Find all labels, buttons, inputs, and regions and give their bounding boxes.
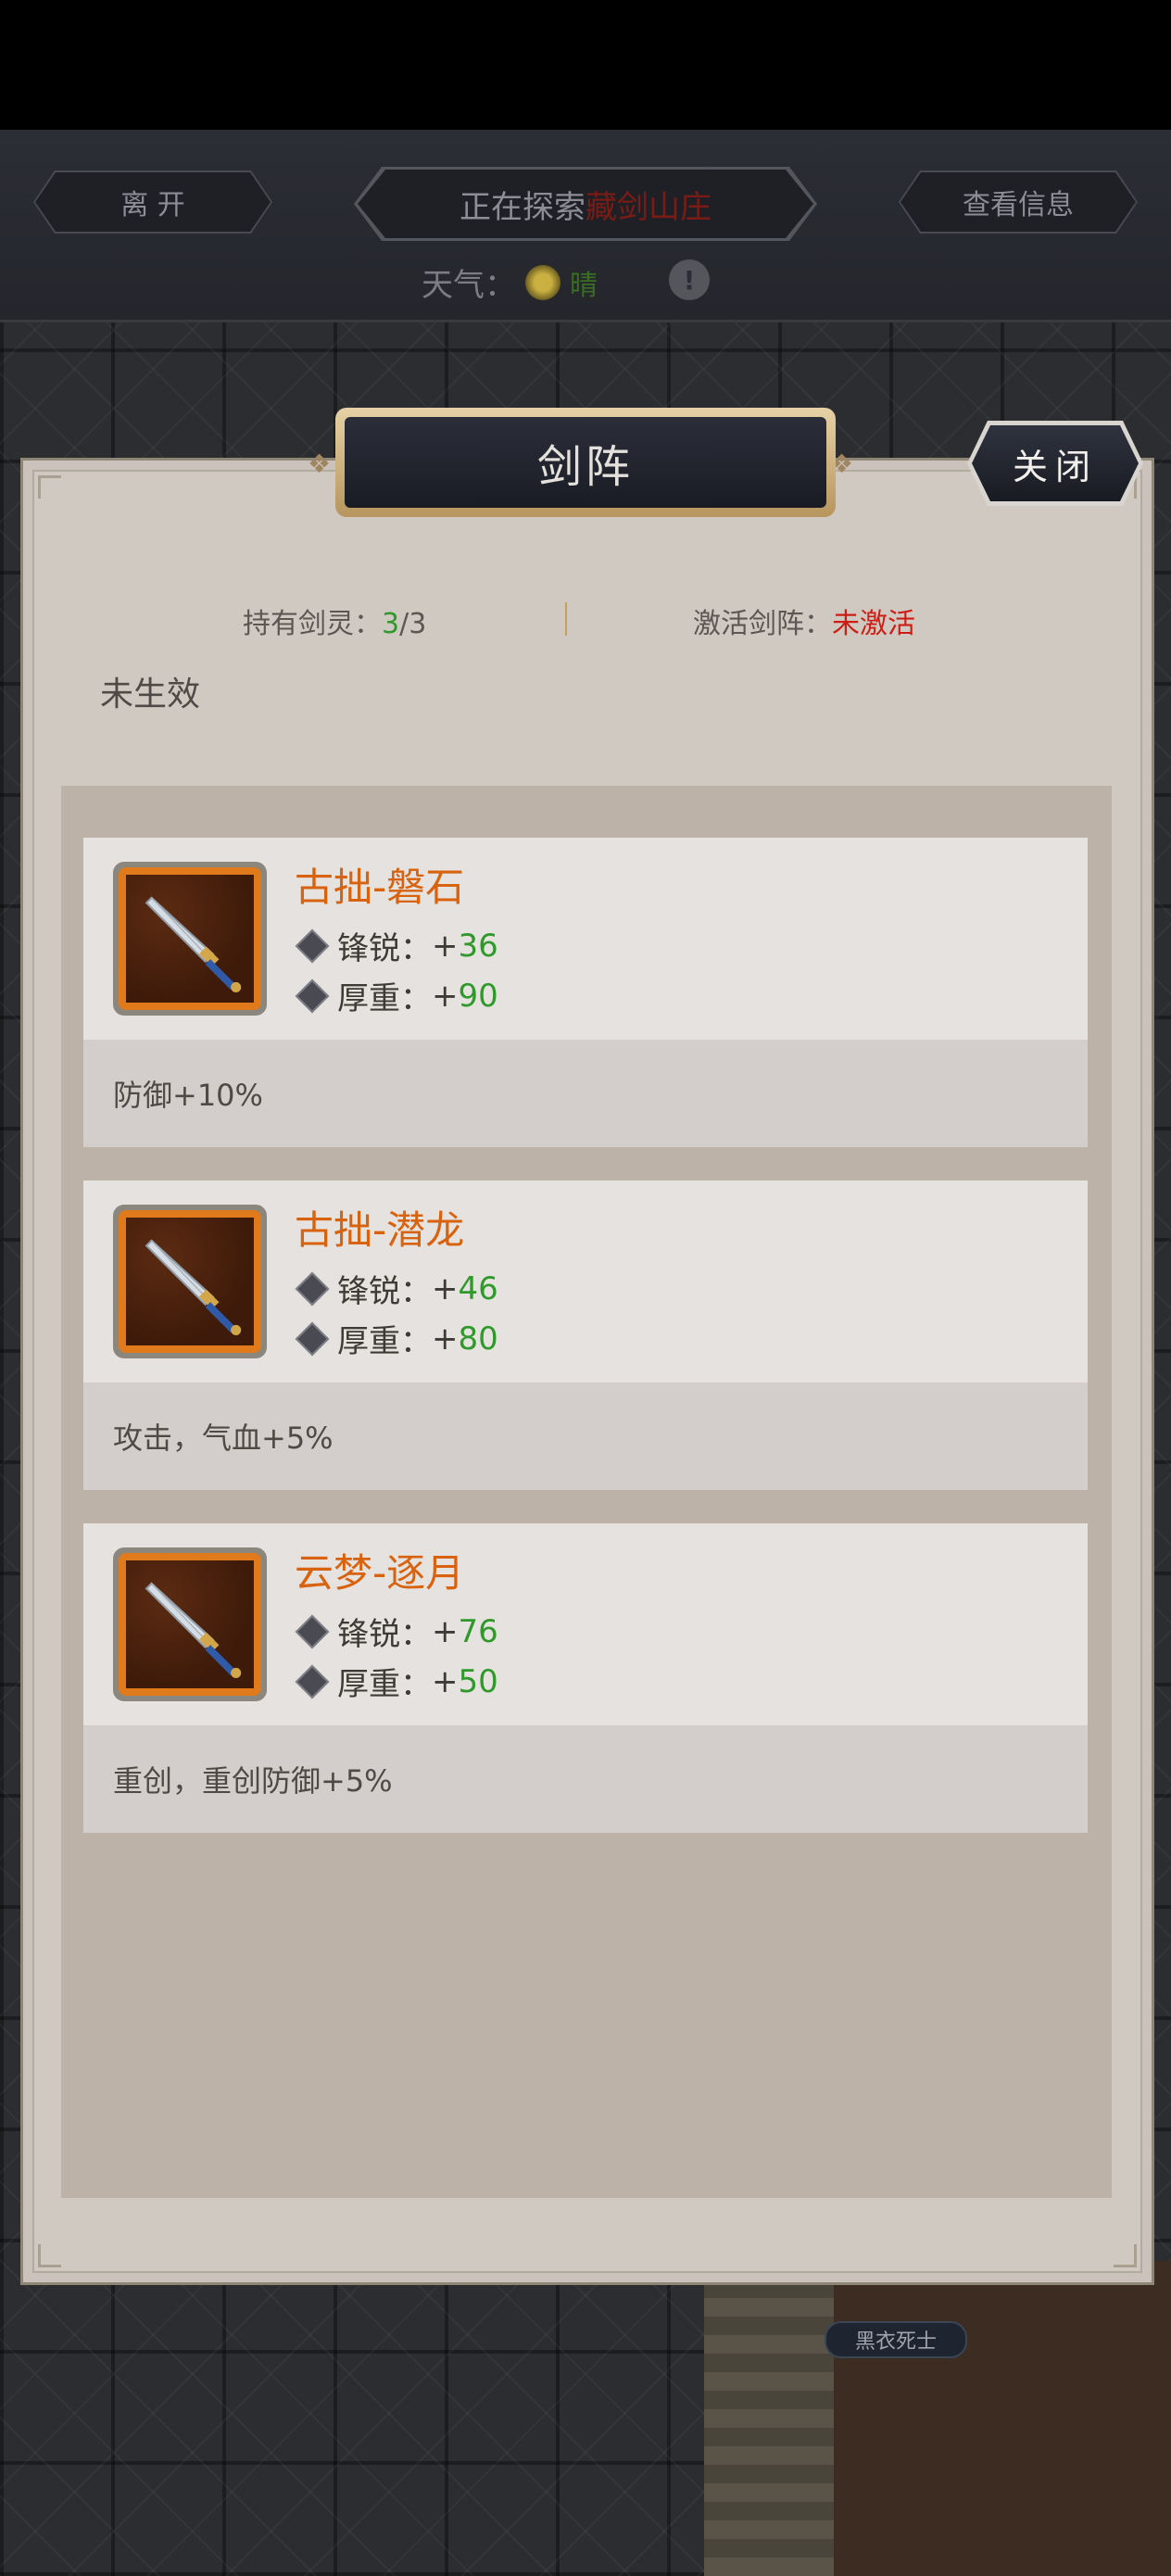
- corner-ornament: [1114, 2244, 1137, 2267]
- held-sword-spirits: 持有剑灵：3/3: [243, 600, 426, 641]
- attr-value: 80: [458, 1320, 498, 1357]
- panel-title: 剑阵: [345, 417, 826, 508]
- attr-label: 厚重：: [337, 1666, 432, 1703]
- exploring-prefix: 正在探索: [460, 188, 586, 226]
- item-icon-border: [119, 867, 261, 1010]
- attr-weight: 厚重： +50: [295, 1659, 498, 1704]
- attr-weight: 厚重： +80: [295, 1316, 498, 1361]
- item-icon-frame[interactable]: [113, 862, 267, 1016]
- map-floor: [834, 2261, 1171, 2576]
- attr-value: 50: [458, 1662, 498, 1700]
- attr-label: 厚重：: [337, 1323, 432, 1360]
- held-count: 3: [382, 608, 400, 640]
- warning-icon[interactable]: !: [669, 259, 710, 300]
- weather-label: 天气：: [422, 267, 516, 304]
- close-button[interactable]: 关闭: [967, 421, 1143, 506]
- held-total: /3: [399, 608, 427, 640]
- close-button-label[interactable]: 关闭: [972, 425, 1139, 501]
- sword-spirit-card[interactable]: 古拙-潜龙 锋锐： +46 厚重： +80 攻击，气血+5%: [83, 1181, 1088, 1490]
- attr-value: 90: [458, 977, 498, 1015]
- sword-spirit-card[interactable]: 古拙-磐石 锋锐： +36 厚重： +90 防御+10%: [83, 838, 1088, 1147]
- map-pillar: [704, 2261, 834, 2576]
- corner-ornament: [38, 475, 61, 499]
- leave-button[interactable]: 离 开: [35, 172, 271, 232]
- attr-weight: 厚重： +90: [295, 973, 498, 1018]
- attr-label: 厚重：: [337, 980, 432, 1017]
- attr-sharpness: 锋锐： +36: [295, 923, 498, 968]
- sword-spirit-card[interactable]: 云梦-逐月 锋锐： +76 厚重： +50 重创，重创防御+5%: [83, 1523, 1088, 1833]
- item-icon-border: [119, 1553, 261, 1696]
- plus-sign: +: [432, 1612, 459, 1650]
- bonus-text: 重创，重创防御+5%: [113, 1763, 393, 1799]
- panel-title-frame: 剑阵: [335, 408, 836, 517]
- plus-sign: +: [432, 927, 459, 965]
- attr-label: 锋锐：: [337, 1616, 432, 1653]
- bonus-text: 防御+10%: [113, 1078, 263, 1113]
- card-header: 古拙-潜龙 锋锐： +46 厚重： +80: [83, 1181, 1088, 1383]
- attr-value: 76: [458, 1612, 498, 1650]
- attr-sharpness: 锋锐： +76: [295, 1609, 498, 1654]
- weather-indicator: 天气： 晴: [422, 259, 598, 305]
- sword-icon: [126, 1560, 254, 1688]
- attr-value: 46: [458, 1269, 498, 1307]
- card-bonus: 攻击，气血+5%: [83, 1383, 1088, 1490]
- card-bonus: 防御+10%: [83, 1040, 1088, 1147]
- sword-icon: [126, 875, 254, 1003]
- effect-status: 未生效: [100, 676, 201, 713]
- bonus-text: 攻击，气血+5%: [113, 1421, 334, 1456]
- active-value: 未激活: [832, 608, 915, 640]
- exploring-location: 藏剑山庄: [586, 188, 711, 226]
- view-info-button[interactable]: 查看信息: [900, 172, 1136, 232]
- card-bonus: 重创，重创防御+5%: [83, 1725, 1088, 1833]
- card-name: 云梦-逐月: [295, 1550, 465, 1596]
- title-ornament-left: ❖: [308, 448, 332, 479]
- exploring-banner: 正在探索 藏剑山庄: [358, 170, 813, 238]
- plus-sign: +: [432, 1320, 459, 1357]
- held-label: 持有剑灵：: [243, 608, 382, 640]
- npc-name-label[interactable]: 黑衣死士: [825, 2321, 967, 2358]
- stats-divider: [565, 602, 567, 636]
- attr-label: 锋锐：: [337, 1273, 432, 1310]
- diamond-icon: [295, 928, 330, 963]
- diamond-icon: [295, 1664, 330, 1698]
- item-icon-frame[interactable]: [113, 1547, 267, 1701]
- attr-sharpness: 锋锐： +46: [295, 1266, 498, 1311]
- card-name: 古拙-磐石: [295, 865, 465, 910]
- weather-value: 晴: [570, 269, 598, 302]
- diamond-icon: [295, 979, 330, 1013]
- attr-label: 锋锐：: [337, 930, 432, 967]
- card-header: 古拙-磐石 锋锐： +36 厚重： +90: [83, 838, 1088, 1040]
- plus-sign: +: [432, 1662, 459, 1700]
- active-label: 激活剑阵：: [693, 608, 832, 640]
- diamond-icon: [295, 1271, 330, 1306]
- diamond-icon: [295, 1321, 330, 1356]
- card-name: 古拙-潜龙: [295, 1207, 465, 1253]
- item-icon-border: [119, 1210, 261, 1353]
- status-bar-area: [0, 0, 1171, 130]
- diamond-icon: [295, 1614, 330, 1648]
- sun-icon: [525, 264, 560, 300]
- attr-value: 36: [458, 927, 498, 965]
- corner-ornament: [38, 2244, 61, 2267]
- plus-sign: +: [432, 977, 459, 1015]
- sword-icon: [126, 1218, 254, 1345]
- item-icon-frame[interactable]: [113, 1205, 267, 1358]
- plus-sign: +: [432, 1269, 459, 1307]
- card-header: 云梦-逐月 锋锐： +76 厚重： +50: [83, 1523, 1088, 1725]
- active-formation: 激活剑阵：未激活: [693, 600, 915, 641]
